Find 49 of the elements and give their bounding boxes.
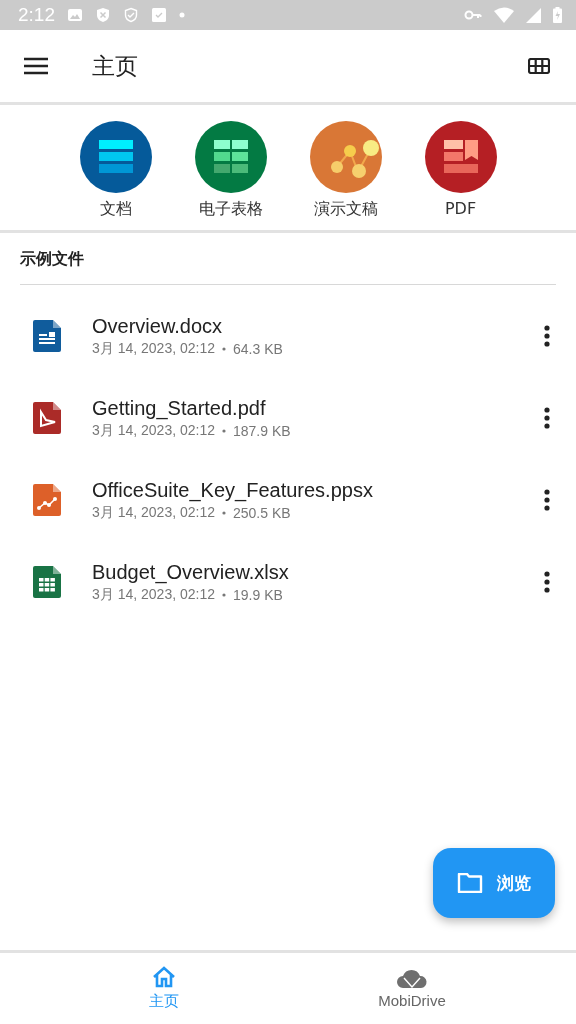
file-pdf-icon bbox=[33, 402, 61, 434]
more-icon[interactable] bbox=[544, 571, 550, 593]
file-size: 250.5 KB bbox=[233, 504, 291, 521]
file-name[interactable]: OfficeSuite_Key_Features.ppsx bbox=[92, 478, 534, 502]
file-name[interactable]: Budget_Overview.xlsx bbox=[92, 560, 534, 584]
calendar-icon bbox=[151, 7, 167, 23]
category-button[interactable]: PDF bbox=[409, 121, 512, 220]
image-icon bbox=[67, 7, 83, 23]
file-date: 3月 14, 2023, 02:12 bbox=[92, 585, 215, 604]
presentation-icon[interactable] bbox=[309, 121, 382, 193]
more-icon[interactable] bbox=[544, 407, 550, 429]
file-date: 3月 14, 2023, 02:12 bbox=[92, 421, 215, 440]
separator-dot-icon bbox=[222, 592, 226, 597]
file-document-icon bbox=[33, 320, 61, 352]
wifi-icon bbox=[494, 7, 514, 23]
pdf-icon[interactable] bbox=[424, 121, 497, 193]
separator-dot-icon bbox=[222, 510, 226, 515]
file-size: 187.9 KB bbox=[233, 422, 291, 439]
separator-dot-icon bbox=[222, 346, 226, 351]
more-icon[interactable] bbox=[544, 325, 550, 347]
grid-icon[interactable] bbox=[528, 58, 550, 74]
file-size: 19.9 KB bbox=[233, 586, 283, 603]
file-presentation-icon bbox=[33, 484, 61, 516]
file-date: 3月 14, 2023, 02:12 bbox=[92, 503, 215, 522]
page-title: 主页 bbox=[92, 51, 138, 81]
more-icon[interactable] bbox=[544, 489, 550, 511]
shield-check-icon bbox=[123, 7, 139, 23]
category-button[interactable]: 电子表格 bbox=[179, 121, 282, 220]
key-icon bbox=[464, 9, 482, 21]
file-name[interactable]: Overview.docx bbox=[92, 314, 534, 338]
menu-icon[interactable] bbox=[24, 57, 48, 75]
cloud-icon[interactable] bbox=[397, 968, 427, 988]
document-icon[interactable] bbox=[79, 121, 152, 193]
dot-icon bbox=[179, 12, 185, 18]
battery-icon bbox=[553, 7, 562, 23]
file-date: 3月 14, 2023, 02:12 bbox=[92, 339, 215, 358]
signal-icon bbox=[526, 7, 541, 23]
category-button[interactable]: 演示文稿 bbox=[294, 121, 397, 220]
separator-dot-icon bbox=[222, 428, 226, 433]
nav-tab[interactable]: MobiDrive bbox=[322, 953, 502, 1024]
file-name[interactable]: Getting_Started.pdf bbox=[92, 396, 534, 420]
home-icon[interactable] bbox=[152, 966, 176, 988]
file-size: 64.3 KB bbox=[233, 340, 283, 357]
spreadsheet-icon[interactable] bbox=[194, 121, 267, 193]
shield-icon bbox=[95, 7, 111, 23]
category-button[interactable]: 文档 bbox=[64, 121, 167, 220]
section-title: 示例文件 bbox=[19, 248, 85, 270]
folder-icon[interactable] bbox=[457, 873, 483, 893]
file-spreadsheet-icon bbox=[33, 566, 61, 598]
